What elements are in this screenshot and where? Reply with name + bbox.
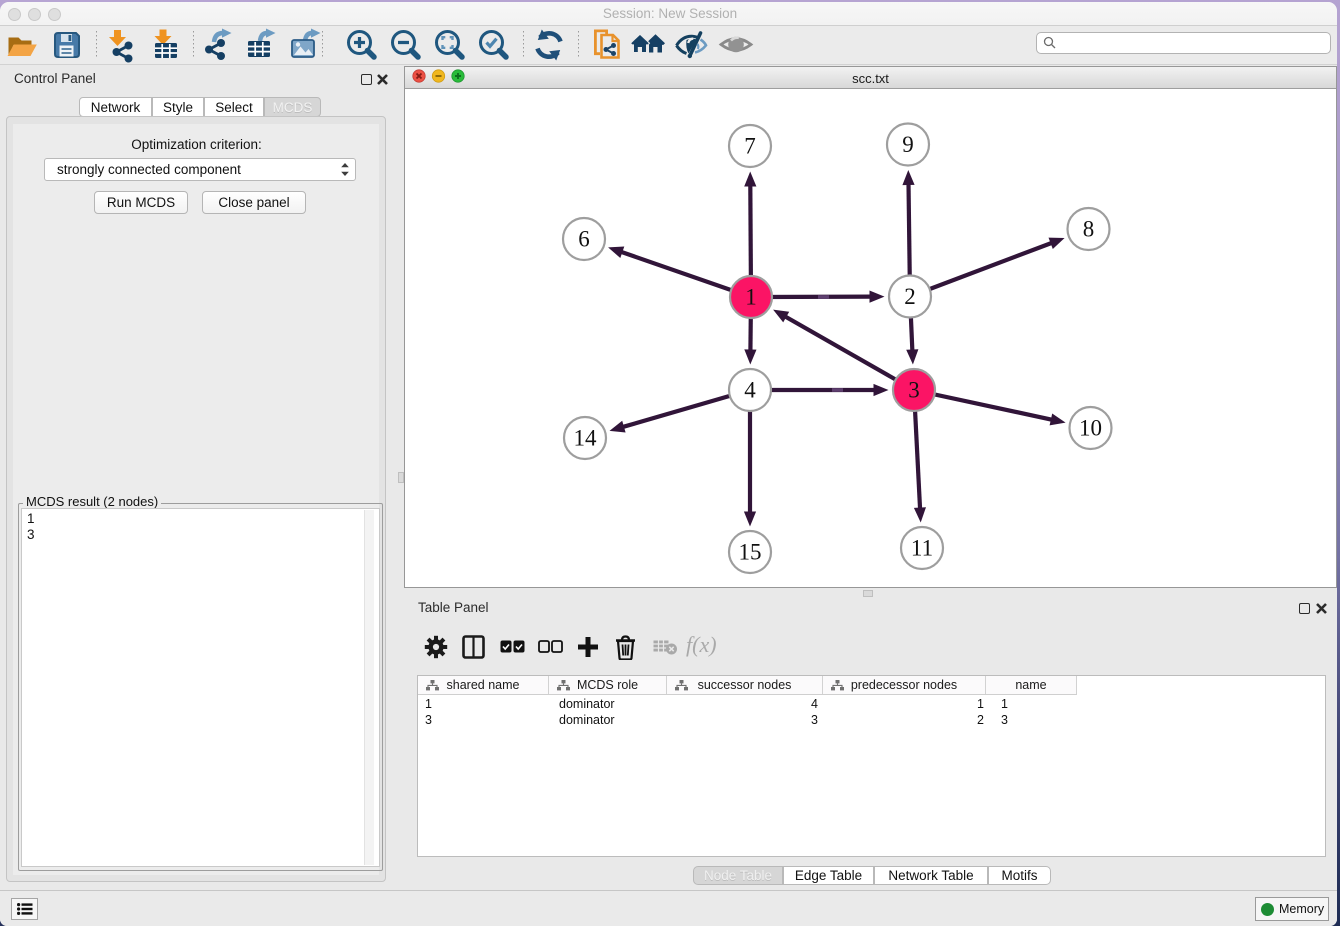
- svg-text:10: 10: [1079, 416, 1102, 441]
- svg-text:8: 8: [1083, 217, 1095, 242]
- svg-text:15: 15: [739, 540, 762, 565]
- svg-text:7: 7: [744, 134, 756, 159]
- svg-text:2: 2: [904, 284, 916, 309]
- svg-text:9: 9: [902, 132, 914, 157]
- svg-text:4: 4: [744, 378, 756, 403]
- svg-text:14: 14: [574, 426, 598, 451]
- svg-text:6: 6: [578, 227, 590, 252]
- svg-text:3: 3: [908, 378, 920, 403]
- svg-text:1: 1: [745, 285, 757, 310]
- svg-text:11: 11: [911, 536, 933, 561]
